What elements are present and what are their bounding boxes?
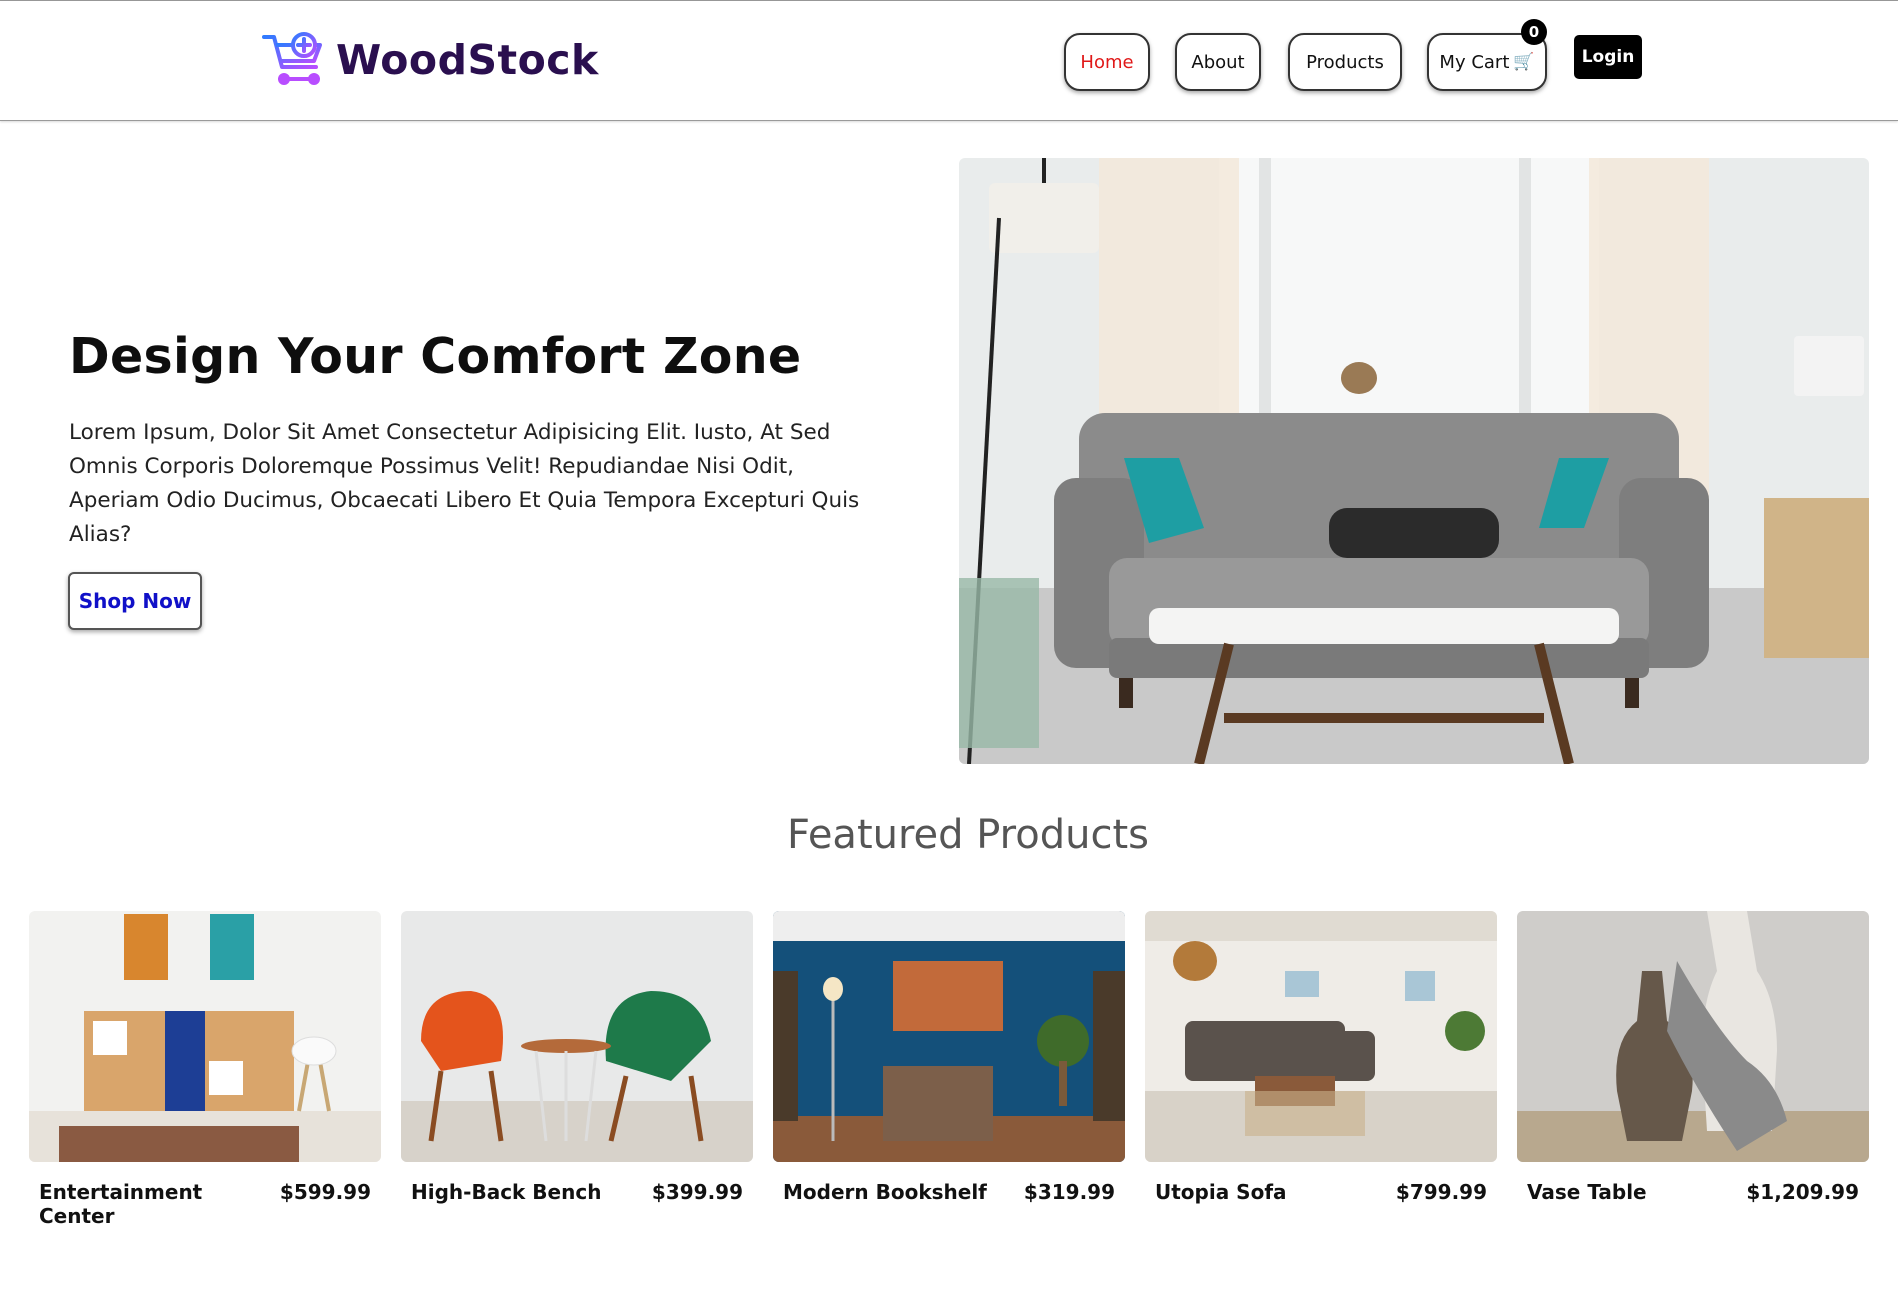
product-price: $319.99 [1023,1180,1115,1204]
product-name: Utopia Sofa [1155,1180,1287,1204]
shop-now-button[interactable]: Shop Now [68,572,202,630]
product-card[interactable]: Modern Bookshelf $319.99 [773,911,1125,1204]
product-image [1145,911,1497,1162]
nav-products-button[interactable]: Products [1288,33,1402,91]
product-info: Utopia Sofa $799.99 [1145,1180,1497,1204]
product-info: Modern Bookshelf $319.99 [773,1180,1125,1204]
product-name: Modern Bookshelf [783,1180,987,1204]
main-nav: Home About Products My Cart 🛒 0 Login [0,19,1898,91]
product-name: Vase Table [1527,1180,1647,1204]
product-info: Vase Table $1,209.99 [1517,1180,1869,1204]
shopping-cart-icon: 🛒 [1513,52,1535,72]
product-name: Entertainment Center [39,1180,203,1228]
product-price: $599.99 [279,1180,371,1204]
product-price: $399.99 [651,1180,743,1204]
product-card[interactable]: High-Back Bench $399.99 [401,911,753,1204]
login-button[interactable]: Login [1574,35,1642,79]
site-header: WoodStock Home About Products My Cart 🛒 … [0,1,1898,121]
product-image [401,911,753,1162]
featured-products-title: Featured Products [787,812,1149,858]
nav-home-button[interactable]: Home [1064,33,1150,91]
product-image [29,911,381,1162]
nav-about-button[interactable]: About [1175,33,1261,91]
product-card[interactable]: Vase Table $1,209.99 [1517,911,1869,1204]
nav-cart-button[interactable]: My Cart 🛒 0 [1427,19,1547,91]
product-price: $1,209.99 [1746,1180,1859,1204]
product-info: Entertainment Center $599.99 [29,1180,381,1228]
product-info: High-Back Bench $399.99 [401,1180,753,1204]
cart-label: My Cart [1439,51,1510,73]
cart-count-badge: 0 [1521,19,1547,45]
product-name: High-Back Bench [411,1180,602,1204]
hero-title: Design Your Comfort Zone [69,328,802,385]
product-card[interactable]: Utopia Sofa $799.99 [1145,911,1497,1204]
product-price: $799.99 [1395,1180,1487,1204]
hero-image [959,158,1869,764]
hero-description: Lorem Ipsum, Dolor Sit Amet Consectetur … [69,420,860,547]
product-image [1517,911,1869,1162]
product-card[interactable]: Entertainment Center $599.99 [29,911,381,1228]
product-image [773,911,1125,1162]
